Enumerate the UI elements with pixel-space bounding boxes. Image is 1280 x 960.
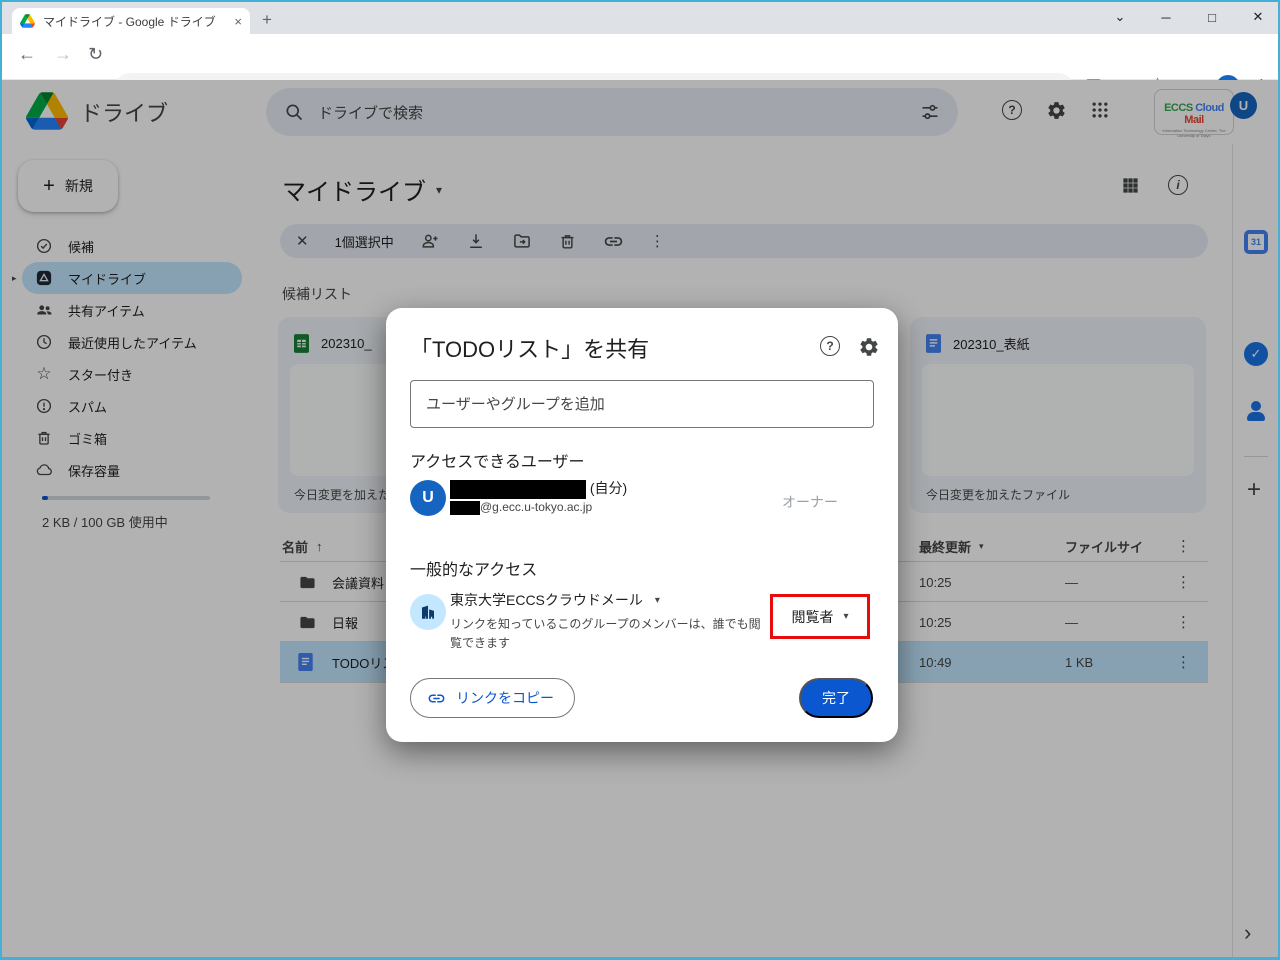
forward-icon[interactable]: → — [54, 44, 72, 65]
drive-favicon-icon — [20, 14, 35, 28]
minimize-button[interactable]: ─ — [1144, 2, 1188, 32]
owner-role-label: オーナー — [782, 494, 838, 510]
copy-link-button[interactable]: リンクをコピー — [410, 678, 575, 718]
tab-close-icon[interactable]: × — [234, 14, 242, 29]
share-dialog: 「TODOリスト」を共有 ? アクセスできるユーザー U (自分) @g.ecc… — [386, 308, 898, 742]
link-icon — [427, 689, 446, 708]
organization-icon — [410, 594, 446, 630]
owner-avatar: U — [410, 480, 446, 516]
new-tab-button[interactable]: + — [262, 10, 272, 30]
maximize-button[interactable]: □ — [1190, 2, 1234, 32]
copy-link-label: リンクをコピー — [456, 690, 554, 706]
browser-titlebar: マイドライブ - Google ドライブ × + ⌄ ─ □ ✕ — [2, 2, 1278, 34]
redacted-email-prefix — [450, 500, 480, 515]
redacted-owner-name — [450, 479, 586, 499]
add-people-input[interactable] — [410, 380, 874, 428]
dialog-help-icon[interactable]: ? — [820, 336, 840, 356]
browser-toolbar: ← → ↻ drive.google.com/drive/my-drive ☆ — [2, 34, 1278, 105]
access-scope-label: 東京大学ECCSクラウドメール — [450, 592, 643, 608]
people-section-heading: アクセスできるユーザー — [410, 454, 585, 471]
chevron-down-icon: ▾ — [654, 594, 660, 606]
reload-icon[interactable]: ↻ — [88, 44, 103, 65]
screen: マイドライブ - Google ドライブ × + ⌄ ─ □ ✕ ← → ↻ d… — [0, 0, 1280, 960]
tab-title: マイドライブ - Google ドライブ — [43, 14, 216, 29]
role-dropdown-highlighted[interactable]: 閲覧者 ▾ — [770, 594, 870, 639]
dialog-settings-icon[interactable] — [858, 336, 880, 358]
access-description: リンクを知っているこのグループのメンバーは、誰でも閲覧できます — [450, 617, 761, 650]
tab-search-icon[interactable]: ⌄ — [1098, 2, 1142, 32]
browser-tab[interactable]: マイドライブ - Google ドライブ × — [12, 8, 250, 34]
owner-row: U (自分) @g.ecc.u-tokyo.ac.jp オーナー — [410, 478, 874, 516]
general-access-row: 東京大学ECCSクラウドメール ▾ リンクを知っているこのグループのメンバーは、… — [410, 590, 874, 652]
back-icon[interactable]: ← — [18, 44, 36, 65]
dialog-title: 「TODOリスト」を共有 — [410, 337, 650, 362]
general-access-heading: 一般的なアクセス — [410, 562, 538, 579]
chevron-down-icon: ▾ — [843, 611, 849, 622]
owner-email-domain: @g.ecc.u-tokyo.ac.jp — [480, 499, 593, 514]
role-label: 閲覧者 — [791, 608, 834, 625]
window-close-button[interactable]: ✕ — [1236, 2, 1278, 32]
owner-self-label: (自分) — [589, 480, 628, 496]
done-button[interactable]: 完了 — [799, 678, 873, 718]
